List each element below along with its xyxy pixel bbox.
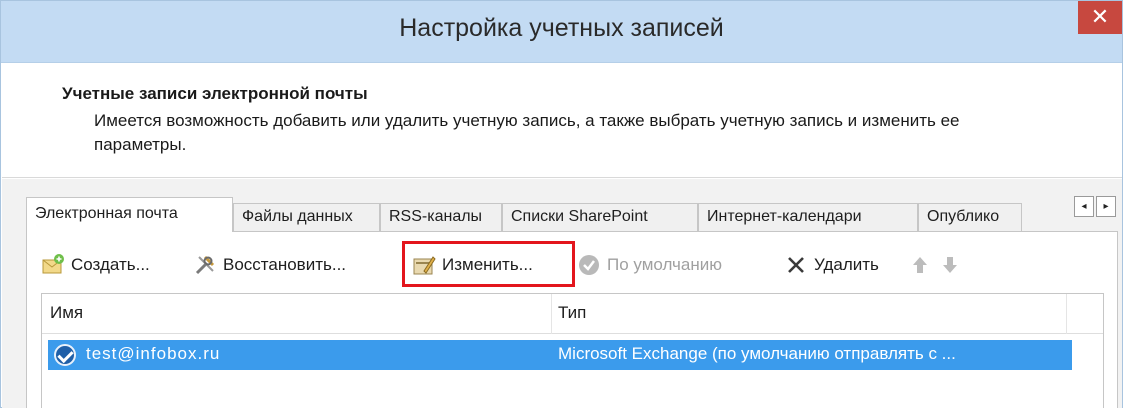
new-account-icon xyxy=(41,253,65,277)
set-default-label: По умолчанию xyxy=(607,255,722,274)
account-name: test@infobox.ru xyxy=(86,344,221,363)
list-item[interactable]: test@infobox.ru Microsoft Exchange (по у… xyxy=(48,340,1072,370)
delete-label: Удалить xyxy=(814,255,879,274)
title-bar: Настройка учетных записей ✕ xyxy=(1,1,1122,63)
header-panel: Учетные записи электронной почты Имеется… xyxy=(2,64,1122,178)
tab-data-files[interactable]: Файлы данных xyxy=(233,203,380,231)
section-description: Имеется возможность добавить или удалить… xyxy=(94,111,960,154)
window-title: Настройка учетных записей xyxy=(399,14,724,42)
tab-scroll-buttons: ◂ ▸ xyxy=(1074,196,1116,218)
account-settings-window: Настройка учетных записей ✕ Учетные запи… xyxy=(0,0,1123,408)
create-button[interactable]: Создать... xyxy=(41,250,150,280)
accounts-list: Имя Тип test@infobox.ru Microsoft Exchan… xyxy=(41,293,1104,408)
column-header-name[interactable]: Имя xyxy=(50,303,83,323)
arrow-up-icon xyxy=(908,253,932,277)
column-divider xyxy=(551,294,552,334)
column-header-type[interactable]: Тип xyxy=(558,303,586,323)
create-label: Создать... xyxy=(71,255,150,274)
arrow-down-icon xyxy=(938,253,962,277)
email-accounts-panel: Создать... Восстановить... Изменить... П… xyxy=(26,231,1118,408)
scroll-left-button[interactable]: ◂ xyxy=(1074,196,1094,217)
default-account-check-icon xyxy=(54,344,76,366)
list-header: Имя Тип xyxy=(42,294,1103,334)
check-circle-icon xyxy=(577,253,601,277)
delete-x-icon xyxy=(784,253,808,277)
close-button[interactable]: ✕ xyxy=(1078,1,1122,34)
tab-sharepoint-lists[interactable]: Списки SharePoint xyxy=(502,203,698,231)
scroll-right-button[interactable]: ▸ xyxy=(1096,196,1116,217)
repair-tools-icon xyxy=(193,253,217,277)
column-divider xyxy=(1066,294,1067,334)
move-up-button[interactable] xyxy=(908,250,938,280)
repair-label: Восстановить... xyxy=(223,255,347,274)
content-area: Электронная почта Файлы данных RSS-канал… xyxy=(2,179,1122,408)
tab-internet-calendars[interactable]: Интернет-календари xyxy=(698,203,918,231)
delete-button[interactable]: Удалить xyxy=(784,250,879,280)
set-default-button[interactable]: По умолчанию xyxy=(577,250,722,280)
tab-email[interactable]: Электронная почта xyxy=(26,197,233,232)
section-title: Учетные записи электронной почты xyxy=(62,84,368,103)
account-type: Microsoft Exchange (по умолчанию отправл… xyxy=(558,344,956,363)
repair-button[interactable]: Восстановить... xyxy=(193,250,346,280)
tab-rss-feeds[interactable]: RSS-каналы xyxy=(380,203,502,231)
change-button-highlight xyxy=(402,241,575,287)
tab-published-calendars[interactable]: Опублико xyxy=(918,203,1022,231)
move-down-button[interactable] xyxy=(938,250,968,280)
